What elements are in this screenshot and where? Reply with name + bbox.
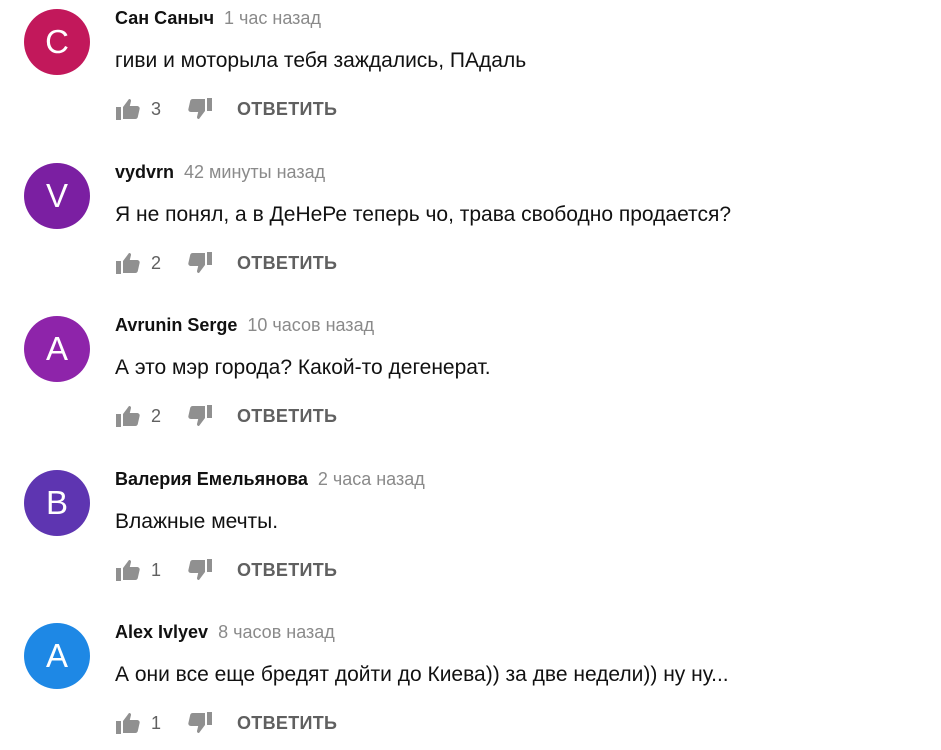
comment-author[interactable]: vydvrn (115, 162, 174, 182)
thumb-up-icon (116, 405, 140, 427)
reply-button[interactable]: ОТВЕТИТЬ (237, 713, 337, 734)
avatar[interactable]: В (24, 470, 90, 536)
comment-time[interactable]: 2 часа назад (318, 469, 425, 489)
comment-author[interactable]: Валерия Емельянова (115, 469, 308, 489)
comment-item: A Alex Ivlyev 8 часов назад А они все еще… (24, 620, 924, 750)
comment-item: A Avrunin Serge 10 часов назад А это мэр … (24, 313, 924, 443)
thumb-down-icon (188, 712, 212, 734)
avatar[interactable]: A (24, 623, 90, 689)
comment-header: vydvrn 42 минуты назад (115, 160, 325, 184)
comment-item: V vydvrn 42 минуты назад Я не понял, а в … (24, 160, 924, 290)
comment-time[interactable]: 8 часов назад (218, 622, 335, 642)
dislike-button[interactable] (187, 96, 213, 122)
thumb-down-icon (188, 559, 212, 581)
reply-button[interactable]: ОТВЕТИТЬ (237, 560, 337, 581)
comment-time[interactable]: 42 минуты назад (184, 162, 325, 182)
comment-actions: 1 ОТВЕТИТЬ (115, 555, 337, 585)
comment-actions: 2 ОТВЕТИТЬ (115, 248, 337, 278)
comment-actions: 2 ОТВЕТИТЬ (115, 401, 337, 431)
like-count: 3 (151, 98, 162, 119)
thumb-down-icon (188, 252, 212, 274)
comment-text: Я не понял, а в ДеНеРе теперь чо, трава … (115, 203, 731, 226)
avatar[interactable]: С (24, 9, 90, 75)
like-count: 2 (151, 405, 162, 426)
thumb-up-icon (116, 559, 140, 581)
comment-text: Влажные мечты. (115, 510, 279, 533)
comment-item: С Сан Саныч 1 час назад гиви и моторыла т… (24, 6, 924, 136)
like-button[interactable] (115, 96, 141, 122)
thumb-up-icon (116, 252, 140, 274)
comment-header: Сан Саныч 1 час назад (115, 6, 321, 30)
reply-button[interactable]: ОТВЕТИТЬ (237, 99, 337, 120)
dislike-button[interactable] (187, 710, 213, 736)
reply-button[interactable]: ОТВЕТИТЬ (237, 253, 337, 274)
comment-author[interactable]: Alex Ivlyev (115, 622, 208, 642)
comment-actions: 3 ОТВЕТИТЬ (115, 94, 337, 124)
dislike-button[interactable] (187, 403, 213, 429)
comment-actions: 1 ОТВЕТИТЬ (115, 708, 337, 738)
comment-time[interactable]: 1 час назад (224, 8, 321, 28)
comment-header: Avrunin Serge 10 часов назад (115, 313, 374, 337)
like-button[interactable] (115, 557, 141, 583)
avatar[interactable]: A (24, 316, 90, 382)
thumb-down-icon (188, 98, 212, 120)
reply-button[interactable]: ОТВЕТИТЬ (237, 406, 337, 427)
comment-item: В Валерия Емельянова 2 часа назад Влажные… (24, 467, 924, 597)
like-button[interactable] (115, 250, 141, 276)
comment-author[interactable]: Avrunin Serge (115, 315, 237, 335)
comment-header: Валерия Емельянова 2 часа назад (115, 467, 425, 491)
like-button[interactable] (115, 710, 141, 736)
comment-text: А они все еще бредят дойти до Киева)) за… (115, 663, 729, 686)
comment-author[interactable]: Сан Саныч (115, 8, 214, 28)
comment-text: гиви и моторыла тебя заждались, ПАдаль (115, 49, 527, 72)
comment-time[interactable]: 10 часов назад (247, 315, 374, 335)
like-button[interactable] (115, 403, 141, 429)
like-count: 1 (151, 559, 162, 580)
thumb-down-icon (188, 405, 212, 427)
thumb-up-icon (116, 98, 140, 120)
comment-text: А это мэр города? Какой-то дегенерат. (115, 356, 491, 379)
avatar[interactable]: V (24, 163, 90, 229)
like-count: 2 (151, 252, 162, 273)
like-count: 1 (151, 712, 162, 733)
dislike-button[interactable] (187, 250, 213, 276)
dislike-button[interactable] (187, 557, 213, 583)
thumb-up-icon (116, 712, 140, 734)
comment-header: Alex Ivlyev 8 часов назад (115, 620, 335, 644)
